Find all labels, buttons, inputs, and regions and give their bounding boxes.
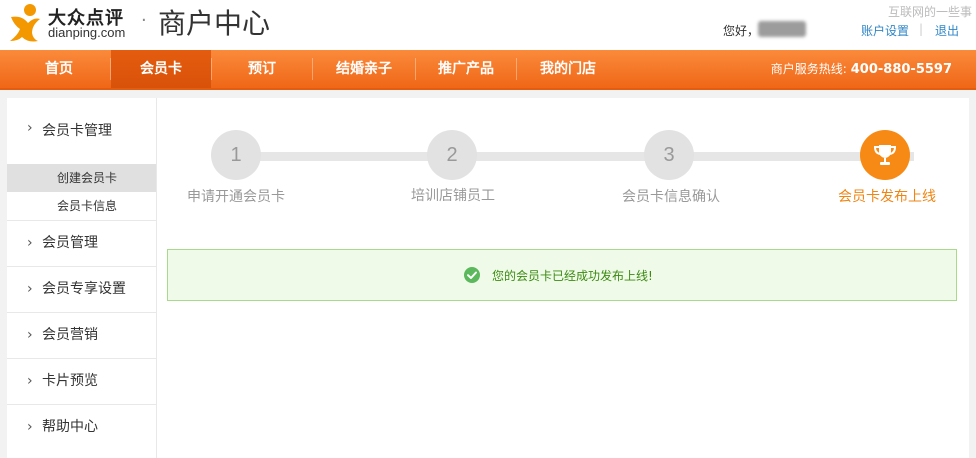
- top-header: 大众点评 dianping.com · 商户中心 互联网的一些事 您好， 账户设…: [0, 0, 976, 50]
- step-3-circle: 3: [644, 130, 694, 180]
- sidebar: › 会员卡管理 创建会员卡 会员卡信息 › 会员管理 › 会员专享设置 › 会员…: [7, 98, 157, 458]
- sidebar-item-label: 帮助中心: [42, 419, 98, 435]
- header-link-separator: |: [919, 22, 924, 36]
- sidebar-item-member-marketing[interactable]: › 会员营销: [7, 313, 156, 358]
- nav-item-home[interactable]: 首页: [8, 50, 110, 88]
- sidebar-item-card-preview[interactable]: › 卡片预览: [7, 359, 156, 404]
- sidebar-item-label: 卡片预览: [42, 373, 98, 389]
- nav-item-my-store[interactable]: 我的门店: [517, 50, 619, 88]
- dianping-logo-icon: [10, 4, 40, 42]
- success-message-text: 您的会员卡已经成功发布上线!: [492, 269, 653, 283]
- account-settings-link[interactable]: 账户设置: [861, 22, 909, 39]
- sidebar-item-member-exclusive[interactable]: › 会员专享设置: [7, 267, 156, 312]
- chevron-right-icon: ›: [27, 419, 33, 435]
- check-circle-icon: [464, 267, 480, 283]
- step-4-circle: [860, 130, 910, 180]
- nav-item-booking[interactable]: 预订: [212, 50, 312, 88]
- chevron-right-icon: ›: [27, 120, 33, 136]
- hotline-number: 400-880-5597: [850, 62, 952, 77]
- step-track: [237, 152, 914, 161]
- progress-steps: 1 申请开通会员卡 2 培训店铺员工 3 会员卡信息确认 会员卡发布上线: [167, 98, 967, 238]
- sidebar-item-label: 会员专享设置: [42, 281, 126, 297]
- sidebar-section-member-card[interactable]: › 会员卡管理: [7, 120, 156, 164]
- step-1-circle: 1: [211, 130, 261, 180]
- sidebar-item-label: 会员营销: [42, 327, 98, 343]
- step-3-label: 会员卡信息确认: [622, 189, 720, 205]
- username-blurred: [758, 21, 806, 37]
- nav-item-promotion[interactable]: 推广产品: [416, 50, 516, 88]
- sidebar-item-create-card[interactable]: 创建会员卡: [7, 164, 156, 192]
- step-2-circle: 2: [427, 130, 477, 180]
- success-message: 您的会员卡已经成功发布上线!: [167, 249, 957, 301]
- service-hotline: 商户服务热线: 400-880-5597: [771, 50, 952, 89]
- logo-domain-text: dianping.com: [48, 25, 126, 40]
- step-4-label: 会员卡发布上线: [838, 189, 936, 205]
- step-2-label: 培训店铺员工: [411, 188, 495, 204]
- sidebar-item-help-center[interactable]: › 帮助中心: [7, 405, 156, 450]
- sidebar-item-label: 会员卡信息: [57, 199, 118, 213]
- greeting-text: 您好，: [723, 24, 760, 38]
- logout-link[interactable]: 退出: [935, 22, 959, 39]
- trophy-icon: [873, 145, 897, 165]
- watermark-text: 互联网的一些事: [887, 5, 972, 19]
- nav-item-member-card[interactable]: 会员卡: [111, 50, 211, 88]
- sidebar-section-label: 会员卡管理: [42, 123, 112, 139]
- step-1-label: 申请开通会员卡: [187, 189, 285, 205]
- sidebar-item-label: 创建会员卡: [57, 171, 118, 185]
- chevron-right-icon: ›: [27, 235, 33, 251]
- nav-item-wedding-family[interactable]: 结婚亲子: [313, 50, 415, 88]
- chevron-right-icon: ›: [27, 373, 33, 389]
- sidebar-item-member-management[interactable]: › 会员管理: [7, 221, 156, 266]
- chevron-right-icon: ›: [27, 281, 33, 297]
- title-separator: ·: [141, 10, 147, 31]
- content-panel: › 会员卡管理 创建会员卡 会员卡信息 › 会员管理 › 会员专享设置 › 会员…: [7, 98, 969, 458]
- sidebar-item-card-info[interactable]: 会员卡信息: [7, 192, 156, 220]
- chevron-right-icon: ›: [27, 327, 33, 343]
- sidebar-item-label: 会员管理: [42, 235, 98, 251]
- hotline-label: 商户服务热线:: [770, 62, 847, 76]
- dianping-logo[interactable]: 大众点评 dianping.com: [8, 3, 138, 43]
- page-title: 商户中心: [158, 7, 271, 40]
- main-nav: 首页 会员卡 预订 结婚亲子 推广产品 我的门店 商户服务热线: 400-880-…: [0, 50, 976, 90]
